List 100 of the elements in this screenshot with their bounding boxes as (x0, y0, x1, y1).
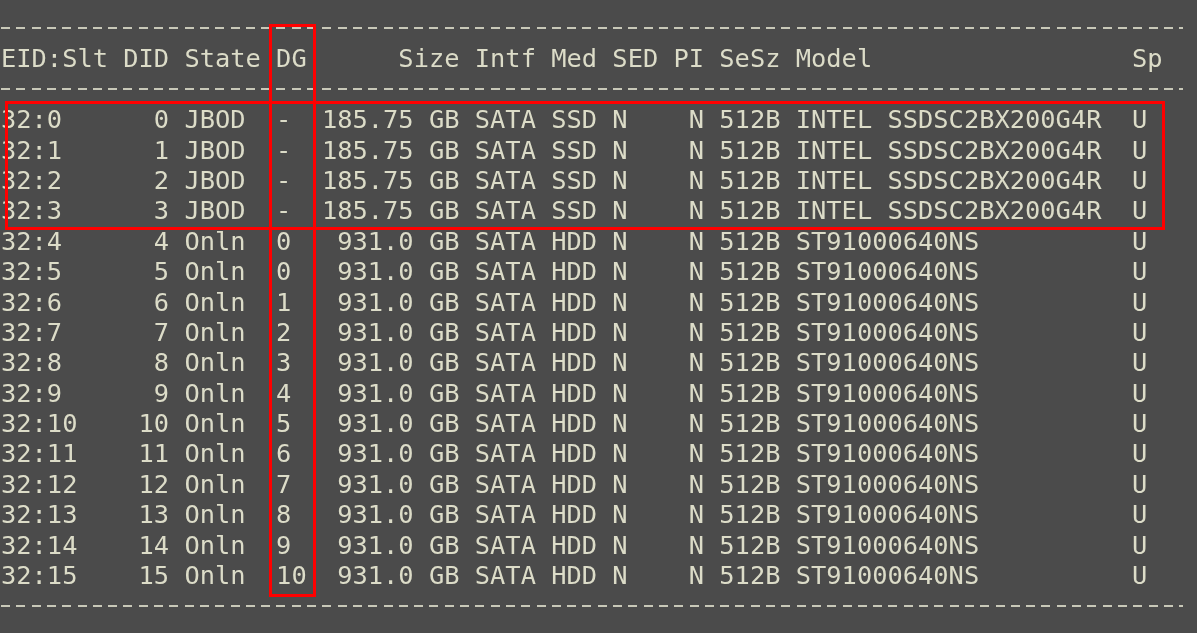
table-cell: N (688, 347, 705, 378)
table-cell: SATA (474, 164, 536, 196)
column-header: Intf (474, 43, 536, 74)
column-header: SeSz (719, 43, 781, 74)
table-cell: 512B (719, 104, 781, 135)
table-cell: 32:14 (1, 529, 78, 561)
table-cell: 10 (138, 408, 170, 439)
table-cell: - (276, 134, 292, 165)
table-cell: 8 (153, 347, 170, 378)
table-cell: N (612, 468, 628, 500)
table-cell: N (688, 195, 705, 226)
table-cell: N (688, 529, 705, 561)
table-cell: Onln (184, 225, 246, 257)
table-cell: 931.0 GB (337, 438, 460, 469)
table-cell: SATA (474, 408, 536, 439)
table-cell: 512B (719, 316, 781, 348)
table-cell: 931.0 GB (337, 316, 460, 348)
table-cell: 32:8 (1, 347, 63, 378)
table-cell: 32:9 (1, 377, 63, 409)
table-cell: SATA (474, 468, 536, 500)
table-cell: INTEL SSDSC2BX200G4R (795, 134, 1102, 165)
table-cell: N (612, 104, 628, 135)
table-cell: 931.0 GB (337, 560, 460, 591)
table-cell: SSD (551, 134, 598, 165)
table-cell: N (612, 560, 628, 591)
table-cell: 2 (276, 316, 292, 348)
table-cell: N (612, 164, 628, 196)
table-cell: 512B (719, 468, 781, 500)
table-cell: N (612, 499, 628, 530)
table-cell: U (1132, 468, 1148, 500)
table-cell: ST91000640NS (795, 256, 980, 287)
table-cell: N (688, 468, 705, 500)
table-cell: 32:15 (1, 560, 78, 591)
table-cell: N (612, 195, 628, 226)
table-cell: HDD (551, 377, 598, 409)
table-cell: N (688, 104, 705, 135)
table-cell: ST91000640NS (795, 316, 980, 348)
table-cell: 32:13 (1, 499, 78, 530)
table-cell: 185.75 GB (321, 195, 460, 226)
table-cell: N (612, 529, 628, 561)
table-cell: JBOD (184, 195, 246, 226)
table-cell: ST91000640NS (795, 225, 980, 257)
table-cell: HDD (551, 225, 598, 257)
table-cell: 15 (138, 560, 170, 591)
table-cell: 32:7 (1, 316, 63, 348)
table-cell: U (1132, 408, 1148, 439)
table-cell: 512B (719, 195, 781, 226)
table-cell: 32:12 (1, 468, 78, 500)
table-cell: SATA (474, 529, 536, 561)
table-cell: N (688, 286, 705, 317)
table-cell: 9 (276, 529, 292, 561)
column-header: SED (612, 43, 659, 74)
table-cell: SATA (474, 560, 536, 591)
table-cell: U (1132, 347, 1148, 378)
column-header: DG (276, 43, 307, 74)
table-cell: HDD (551, 468, 598, 500)
table-cell: 512B (719, 438, 781, 469)
table-cell: 5 (276, 408, 292, 439)
table-cell: 32:11 (1, 438, 78, 469)
table-cell: 512B (719, 225, 781, 257)
table-cell: HDD (551, 408, 598, 439)
table-cell: HDD (551, 499, 598, 530)
table-cell: 931.0 GB (337, 256, 460, 287)
table-cell: - (276, 195, 292, 226)
table-cell: - (276, 164, 292, 196)
table-cell: 512B (719, 256, 781, 287)
table-cell: 1 (276, 286, 292, 317)
table-cell: N (688, 408, 705, 439)
table-cell: SATA (474, 134, 536, 165)
table-cell: U (1132, 316, 1148, 348)
table-cell: SATA (474, 438, 536, 469)
table-cell: Onln (184, 468, 246, 500)
table-cell: N (688, 225, 705, 257)
table-cell: INTEL SSDSC2BX200G4R (795, 104, 1102, 135)
table-cell: SSD (551, 164, 598, 196)
table-cell: JBOD (184, 164, 246, 196)
table-cell: 10 (276, 560, 307, 591)
table-cell: 7 (276, 468, 292, 500)
column-header: DID (123, 43, 170, 74)
table-cell: INTEL SSDSC2BX200G4R (795, 164, 1102, 196)
table-cell: N (612, 134, 628, 165)
table-cell: 11 (138, 438, 170, 469)
table-cell: INTEL SSDSC2BX200G4R (795, 195, 1102, 226)
table-cell: 1 (153, 134, 170, 165)
table-cell: 5 (153, 256, 170, 287)
table-cell: 512B (719, 164, 781, 196)
table-cell: U (1132, 104, 1148, 135)
table-cell: U (1132, 256, 1148, 287)
table-cell: 185.75 GB (321, 134, 460, 165)
table-cell: HDD (551, 560, 598, 591)
table-cell: 2 (153, 164, 170, 196)
table-cell: 512B (719, 286, 781, 317)
table-cell: ST91000640NS (795, 499, 980, 530)
table-cell: Onln (184, 529, 246, 561)
table-cell: 512B (719, 529, 781, 561)
table-cell: 12 (138, 468, 170, 500)
table-cell: 6 (153, 286, 170, 317)
table-cell: N (612, 347, 628, 378)
table-cell: ST91000640NS (795, 377, 980, 409)
table-cell: ST91000640NS (795, 468, 980, 500)
